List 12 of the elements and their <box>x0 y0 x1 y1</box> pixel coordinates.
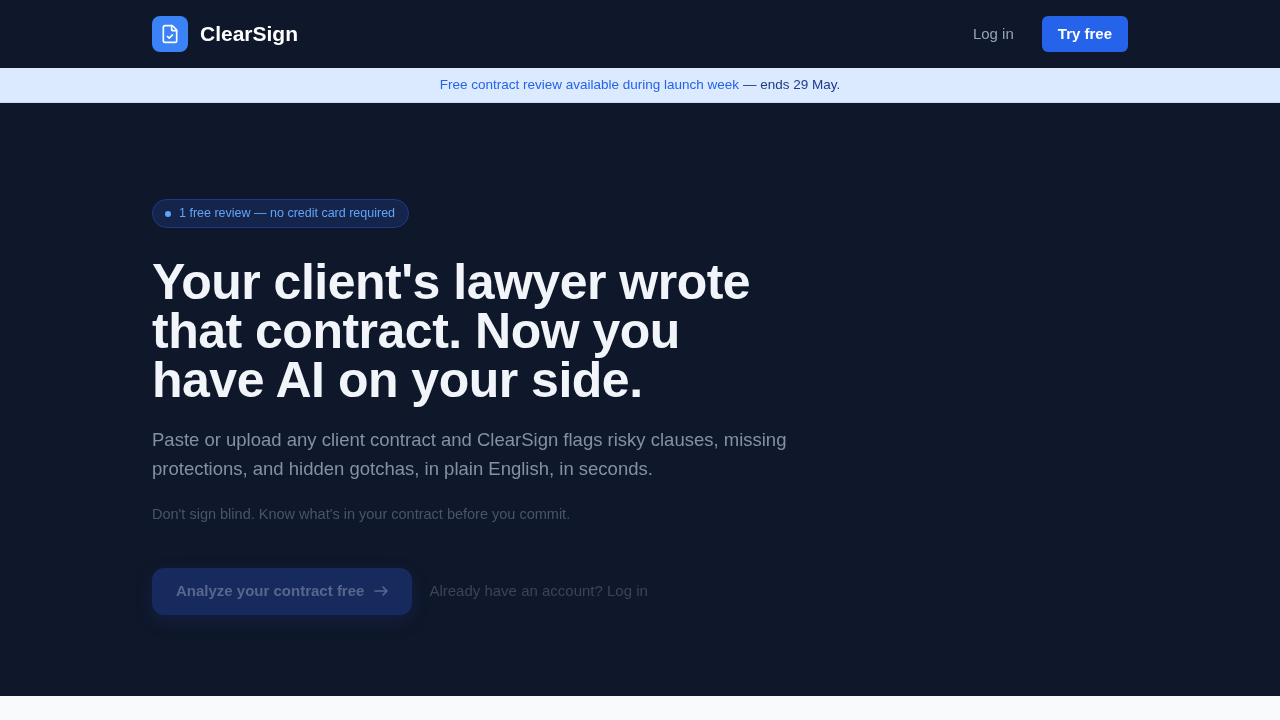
try-free-button[interactable]: Try free <box>1041 16 1128 52</box>
badge-text: 1 free review — no credit card required <box>179 205 396 223</box>
hero-note: Don't sign blind. Know what's in your contract before you commit. <box>152 505 571 524</box>
analyze-contract-button[interactable]: Analyze your contract free <box>152 567 413 615</box>
hero-description: Paste or upload any client contract and ClearSign flags risky clauses, missing protections, and hidden gotchas, in plain English, in seconds. <box>152 428 788 481</box>
announcement-text: — ends 29 May. <box>743 75 841 94</box>
arrow-right-icon <box>374 586 389 597</box>
document-check-logo-icon <box>152 16 188 52</box>
hero-heading: Your client's lawyer wrote that contract. Now you have AI on your side. <box>152 258 752 405</box>
announcement-link[interactable]: Free contract review available during launch week <box>439 74 740 96</box>
login-link[interactable]: Log in <box>972 22 1014 46</box>
brand-name: ClearSign <box>200 21 299 48</box>
